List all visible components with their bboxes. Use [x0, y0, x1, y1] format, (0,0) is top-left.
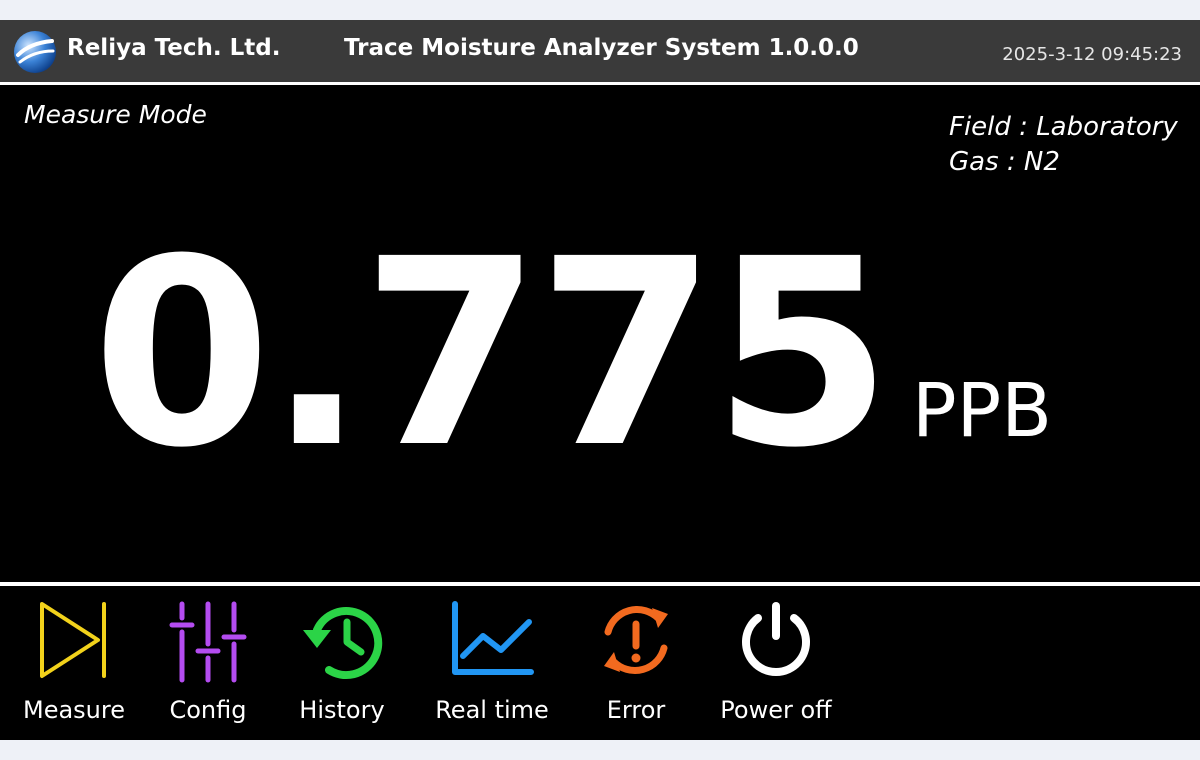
sliders-icon [169, 601, 247, 683]
analyzer-screen: Reliya Tech. Ltd. Trace Moisture Analyze… [0, 20, 1200, 740]
app-title: Trace Moisture Analyzer System 1.0.0.0 [344, 35, 859, 61]
realtime-button[interactable]: Real time [422, 586, 562, 740]
date-time: 2025-3-12 09:45:23 [1002, 44, 1182, 65]
power-icon [742, 602, 810, 676]
header-bar: Reliya Tech. Ltd. Trace Moisture Analyze… [0, 20, 1200, 82]
config-button[interactable]: Config [138, 586, 278, 740]
error-label: Error [606, 696, 666, 724]
history-button[interactable]: History [272, 586, 412, 740]
play-skip-icon [40, 602, 106, 678]
measure-label: Measure [23, 696, 125, 724]
field-label: Field : Laboratory [949, 112, 1178, 142]
moisture-reading: 0.775 [92, 204, 892, 504]
bottom-toolbar: Measure Config History Real time Error P… [0, 586, 1200, 740]
history-clock-icon [303, 607, 383, 680]
reading-unit: PPB [912, 368, 1053, 454]
company-name: Reliya Tech. Ltd. [67, 35, 281, 61]
header-divider [0, 82, 1200, 85]
company-logo-icon [14, 31, 56, 73]
line-chart-icon [452, 601, 534, 675]
config-label: Config [169, 696, 247, 724]
realtime-label: Real time [435, 696, 549, 724]
measure-button[interactable]: Measure [4, 586, 144, 740]
error-button[interactable]: Error [566, 586, 706, 740]
mode-label: Measure Mode [24, 100, 207, 129]
history-label: History [299, 696, 385, 724]
gas-label: Gas : N2 [949, 147, 1060, 177]
measurement-info: Field : Laboratory Gas : N2 [949, 110, 1178, 180]
power-off-button[interactable]: Power off [706, 586, 846, 740]
error-sync-icon [604, 605, 668, 675]
power-off-label: Power off [720, 696, 832, 724]
